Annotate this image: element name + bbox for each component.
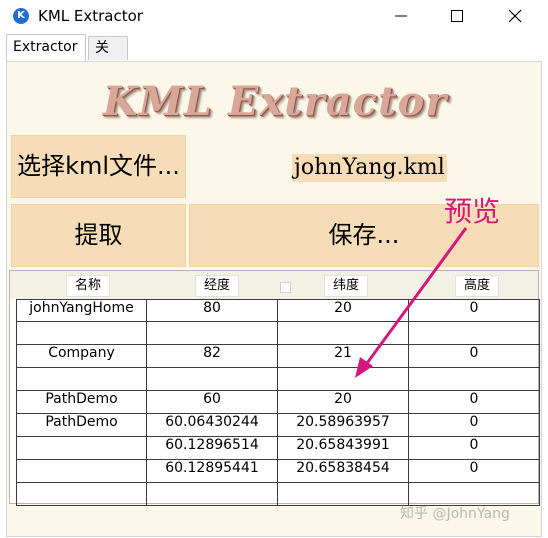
app-window: K KML Extractor Extractor 关于 KML Extract… [0, 0, 548, 538]
annotation-arrow-icon [355, 227, 468, 378]
watermark: 知乎 @JohnYang [400, 506, 510, 522]
